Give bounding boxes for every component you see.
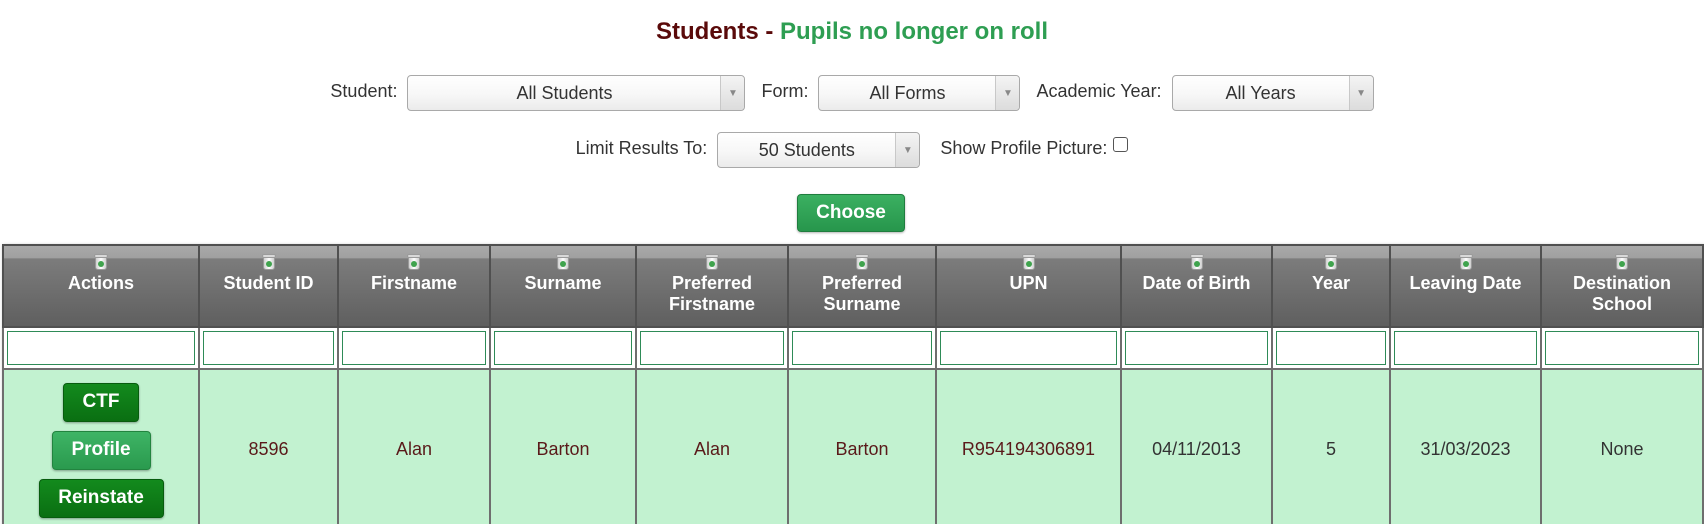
filter-destination-school-input[interactable] [1545, 331, 1699, 365]
page: Students - Pupils no longer on roll Stud… [0, 0, 1704, 524]
column-header-student-id[interactable]: Student ID [198, 244, 339, 328]
filter-cell [635, 326, 789, 370]
recycle-bin-icon[interactable] [407, 254, 421, 270]
filter-upn-input[interactable] [940, 331, 1117, 365]
column-header-destination-school[interactable]: Destination School [1540, 244, 1704, 328]
column-header-label: Actions [67, 273, 134, 293]
column-header-actions[interactable]: Actions [2, 244, 200, 328]
cell-destination-school: None [1540, 368, 1704, 524]
show-profile-picture-label: Show Profile Picture: [940, 137, 1108, 158]
filter-cell [787, 326, 937, 370]
recycle-bin-icon[interactable] [1021, 254, 1036, 270]
column-header-surname[interactable]: Surname [489, 244, 637, 328]
form-select-value: All Forms [869, 82, 946, 103]
filter-cell [1120, 326, 1273, 370]
filter-cell [1389, 326, 1542, 370]
cell-firstname: Alan [337, 368, 491, 524]
column-header-leaving-date[interactable]: Leaving Date [1389, 244, 1542, 328]
chevron-down-icon[interactable]: ▼ [720, 76, 745, 110]
cell-actions: CTF Profile Reinstate [2, 368, 200, 524]
column-header-label: Student ID [223, 273, 314, 293]
filter-leaving-date-input[interactable] [1394, 331, 1537, 365]
cell-preferred-surname: Barton [787, 368, 937, 524]
profile-button[interactable]: Profile [51, 430, 151, 470]
column-header-label: Surname [524, 273, 602, 293]
cell-year: 5 [1271, 368, 1391, 524]
chevron-down-icon[interactable]: ▼ [895, 133, 920, 167]
column-header-label: Year [1311, 273, 1351, 293]
show-profile-picture-checkbox[interactable] [1113, 136, 1129, 152]
page-title-main: Students - [656, 18, 780, 45]
filter-cell [198, 326, 339, 370]
cell-date-of-birth: 04/11/2013 [1120, 368, 1273, 524]
recycle-bin-icon[interactable] [556, 254, 570, 270]
recycle-bin-icon[interactable] [261, 254, 276, 270]
chevron-down-icon[interactable]: ▼ [995, 76, 1020, 110]
column-header-firstname[interactable]: Firstname [337, 244, 491, 328]
form-filter-label: Form: [761, 80, 809, 101]
recycle-bin-icon[interactable] [855, 254, 869, 270]
filter-cell [489, 326, 637, 370]
form-select[interactable]: All Forms ▼ [818, 75, 1021, 111]
recycle-bin-icon[interactable] [705, 254, 719, 270]
column-header-label: Destination School [1572, 273, 1671, 314]
filter-cell [935, 326, 1122, 370]
column-header-label: UPN [1009, 273, 1048, 293]
filter-cell [337, 326, 491, 370]
students-table: Actions Student ID Firstname Surname Pre… [2, 244, 1704, 524]
student-select[interactable]: All Students ▼ [407, 75, 746, 111]
filter-cell [2, 326, 200, 370]
column-header-label: Preferred Firstname [668, 273, 756, 314]
filter-preferred-firstname-input[interactable] [640, 331, 784, 365]
filter-firstname-input[interactable] [342, 331, 486, 365]
student-select-value: All Students [516, 82, 613, 103]
cell-preferred-firstname: Alan [635, 368, 789, 524]
academic-year-select[interactable]: All Years ▼ [1171, 75, 1374, 111]
recycle-bin-icon[interactable] [1615, 254, 1629, 270]
column-header-label: Preferred Surname [821, 273, 903, 314]
recycle-bin-icon[interactable] [94, 254, 108, 270]
cell-student-id: 8596 [198, 368, 339, 524]
table-header-row: Actions Student ID Firstname Surname Pre… [2, 244, 1704, 328]
column-header-year[interactable]: Year [1271, 244, 1391, 328]
filter-year-input[interactable] [1276, 331, 1386, 365]
cell-upn: R954194306891 [935, 368, 1122, 524]
filter-actions-input[interactable] [7, 331, 195, 365]
column-header-preferred-surname[interactable]: Preferred Surname [787, 244, 937, 328]
cell-surname: Barton [489, 368, 637, 524]
reinstate-button[interactable]: Reinstate [38, 478, 164, 518]
academic-year-filter-label: Academic Year: [1036, 80, 1162, 101]
limit-results-label: Limit Results To: [575, 137, 708, 158]
column-header-label: Firstname [370, 273, 458, 293]
page-title-sub: Pupils no longer on roll [780, 18, 1048, 45]
filter-surname-input[interactable] [494, 331, 632, 365]
academic-year-select-value: All Years [1225, 82, 1296, 103]
choose-button[interactable]: Choose [797, 194, 905, 232]
column-header-label: Leaving Date [1409, 273, 1522, 293]
column-header-upn[interactable]: UPN [935, 244, 1122, 328]
filter-row-2: Limit Results To: 50 Students ▼ Show Pro… [0, 132, 1704, 168]
column-header-date-of-birth[interactable]: Date of Birth [1120, 244, 1273, 328]
page-title: Students - Pupils no longer on roll [0, 16, 1704, 48]
limit-results-select-value: 50 Students [758, 139, 855, 160]
recycle-bin-icon[interactable] [1324, 254, 1338, 270]
cell-leaving-date: 31/03/2023 [1389, 368, 1542, 524]
row-actions: CTF Profile Reinstate [4, 381, 198, 518]
column-header-preferred-firstname[interactable]: Preferred Firstname [635, 244, 789, 328]
filter-cell [1540, 326, 1704, 370]
column-filter-row [2, 326, 1704, 370]
student-filter-label: Student: [330, 80, 398, 101]
recycle-bin-icon[interactable] [1189, 254, 1204, 270]
filter-row-1: Student: All Students ▼ Form: All Forms … [0, 75, 1704, 111]
limit-results-select[interactable]: 50 Students ▼ [717, 132, 921, 168]
ctf-button[interactable]: CTF [63, 382, 139, 422]
chevron-down-icon[interactable]: ▼ [1348, 76, 1373, 110]
recycle-bin-icon[interactable] [1458, 254, 1473, 270]
filter-student-id-input[interactable] [203, 331, 334, 365]
filter-preferred-surname-input[interactable] [792, 331, 932, 365]
filter-cell [1271, 326, 1391, 370]
column-header-label: Date of Birth [1142, 273, 1251, 293]
filter-date-of-birth-input[interactable] [1125, 331, 1268, 365]
table-row: CTF Profile Reinstate 8596 Alan Barton A… [2, 368, 1704, 524]
